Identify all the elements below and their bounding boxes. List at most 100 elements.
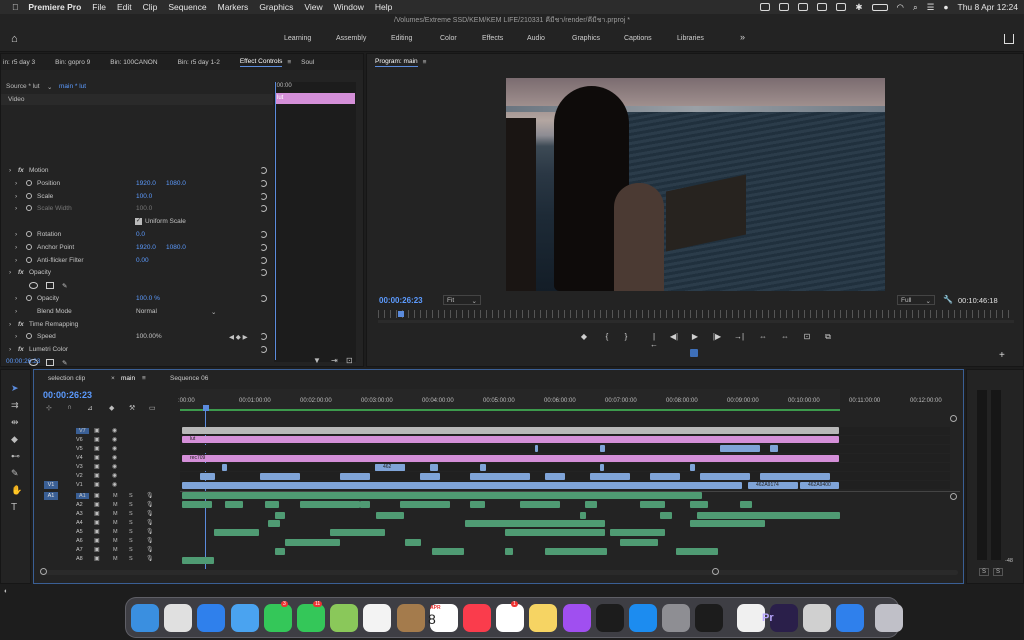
ec-timecode[interactable]: 00:00:26:23: [6, 358, 40, 365]
slip-tool-icon[interactable]: ⊷: [11, 451, 20, 462]
video-clip-462[interactable]: 462: [375, 464, 405, 471]
dock-music-icon[interactable]: [463, 604, 491, 632]
video-clip[interactable]: [340, 473, 370, 480]
window-icon[interactable]: [779, 3, 790, 11]
microphone-icon[interactable]: 🎙: [146, 528, 154, 535]
sync-lock-icon[interactable]: ▣: [94, 555, 100, 562]
ec-value-2[interactable]: 1080.0: [166, 244, 186, 251]
timeline-timecode[interactable]: 00:00:26:23: [43, 390, 92, 400]
stopwatch-icon[interactable]: [26, 256, 32, 263]
sync-lock-icon[interactable]: ▣: [94, 472, 100, 479]
mute-button[interactable]: M: [113, 538, 118, 544]
audio-clip[interactable]: [265, 501, 279, 508]
dock-tv-icon[interactable]: [595, 604, 624, 632]
expand-chevron-icon[interactable]: ›: [9, 167, 11, 174]
stopwatch-icon[interactable]: [26, 243, 32, 250]
battery-icon[interactable]: [871, 3, 888, 11]
search-icon[interactable]: ⌕: [913, 2, 918, 13]
lift-button[interactable]: ⇔: [758, 333, 768, 341]
reset-icon[interactable]: [260, 346, 267, 354]
go-to-in-button[interactable]: |←: [649, 333, 659, 349]
mute-button[interactable]: M: [113, 547, 118, 553]
uniform-scale-checkbox[interactable]: ✓: [135, 218, 142, 226]
chevron-down-icon[interactable]: ⌄: [47, 83, 52, 91]
menu-markers[interactable]: Markers: [218, 2, 249, 12]
stopwatch-icon[interactable]: [26, 333, 32, 340]
audio-track-name[interactable]: A6: [76, 538, 83, 544]
close-icon[interactable]: ×: [111, 375, 115, 382]
audio-clip[interactable]: [376, 512, 404, 519]
mute-button[interactable]: M: [113, 493, 118, 499]
video-clip[interactable]: [690, 464, 695, 471]
menu-file[interactable]: File: [92, 2, 106, 12]
rect-mask-icon[interactable]: [46, 359, 54, 366]
dock-podcasts-icon[interactable]: [562, 604, 591, 632]
solo-button[interactable]: S: [129, 529, 133, 535]
video-track-header[interactable]: V4 ▣ ◉: [40, 454, 180, 463]
timeline-menu-icon[interactable]: ≡: [142, 375, 146, 382]
workspace-captions[interactable]: Captions: [624, 35, 652, 42]
video-clip[interactable]: [770, 445, 778, 452]
menu-app-name[interactable]: Premiere Pro: [28, 2, 81, 12]
ec-row[interactable]: › Anti-flicker Filter 0.00: [1, 254, 271, 267]
dock-preview-icon[interactable]: [803, 604, 831, 632]
dock-safari2-icon[interactable]: [836, 604, 865, 632]
audio-track-header[interactable]: A6 ▣ M S 🎙: [40, 537, 180, 546]
video-clip[interactable]: [420, 473, 440, 480]
scroll-handle-right[interactable]: [712, 568, 719, 575]
video-track-lane[interactable]: [180, 463, 950, 471]
sync-lock-icon[interactable]: ▣: [94, 501, 100, 508]
eye-icon[interactable]: ◉: [112, 472, 117, 479]
reset-icon[interactable]: [260, 269, 267, 277]
audio-clip[interactable]: [660, 512, 672, 519]
audio-clip[interactable]: [214, 529, 259, 536]
pen-mask-icon[interactable]: ✎: [62, 282, 67, 290]
sync-lock-icon[interactable]: ▣: [94, 463, 100, 470]
stopwatch-icon[interactable]: [26, 231, 32, 237]
ec-value-1[interactable]: 1920.0: [136, 180, 156, 187]
mute-button[interactable]: M: [113, 520, 118, 526]
expand-chevron-icon[interactable]: ›: [15, 333, 17, 340]
audio-clip[interactable]: [580, 512, 586, 519]
menu-clip[interactable]: Clip: [143, 2, 158, 12]
dock-messages-icon[interactable]: [297, 604, 325, 632]
source-patch-a1[interactable]: A1: [44, 492, 58, 500]
microphone-icon[interactable]: 🎙: [146, 492, 154, 499]
video-track-lane[interactable]: [180, 445, 950, 453]
dock-maps-icon[interactable]: [330, 604, 359, 632]
solo-button[interactable]: S: [129, 538, 133, 544]
dock-app-store-icon[interactable]: [629, 604, 657, 632]
control-center-icon[interactable]: ☰: [927, 2, 935, 13]
dock-chrome-icon[interactable]: [736, 604, 765, 632]
menu-sequence[interactable]: Sequence: [168, 2, 206, 12]
eye-icon[interactable]: ◉: [112, 436, 117, 443]
chevron-down-icon[interactable]: ⌄: [211, 308, 216, 316]
audio-clip[interactable]: [285, 539, 340, 546]
audio-strip-a1[interactable]: [182, 492, 702, 499]
rec709-adjustment-clip[interactable]: rec709: [182, 455, 839, 462]
video-clip[interactable]: [600, 464, 604, 471]
video-clip[interactable]: [222, 464, 227, 471]
mute-button[interactable]: M: [113, 556, 118, 562]
video-track-header[interactable]: V1 ▣ ◉ V1: [40, 481, 180, 490]
eye-icon[interactable]: ◉: [112, 481, 117, 488]
video-clip[interactable]: [535, 445, 538, 452]
video-clip[interactable]: [545, 473, 565, 480]
audio-clip[interactable]: [505, 529, 605, 536]
workspace-effects[interactable]: Effects: [482, 35, 503, 42]
sync-lock-icon[interactable]: ▣: [94, 519, 100, 526]
video-clip[interactable]: [760, 473, 830, 480]
mark-out-button[interactable]: }: [621, 333, 631, 341]
solo-button[interactable]: S: [129, 556, 133, 562]
v7-clip[interactable]: [182, 427, 839, 434]
tab-sequence-06[interactable]: Sequence 06: [170, 375, 208, 382]
track-select-icon[interactable]: ⇉: [11, 400, 19, 411]
video-clip[interactable]: [590, 473, 630, 480]
menu-graphics[interactable]: Graphics: [259, 2, 293, 12]
video-clip[interactable]: [720, 445, 760, 452]
ec-value-2[interactable]: 1080.0: [166, 180, 186, 187]
keyframe-nav-icon[interactable]: ◀ ◆ ▶: [229, 333, 248, 341]
solo-left-button[interactable]: S: [979, 568, 990, 576]
tab-bin-r5-day12[interactable]: Bin: r5 day 1-2: [178, 59, 220, 66]
audio-clip[interactable]: [676, 548, 718, 555]
